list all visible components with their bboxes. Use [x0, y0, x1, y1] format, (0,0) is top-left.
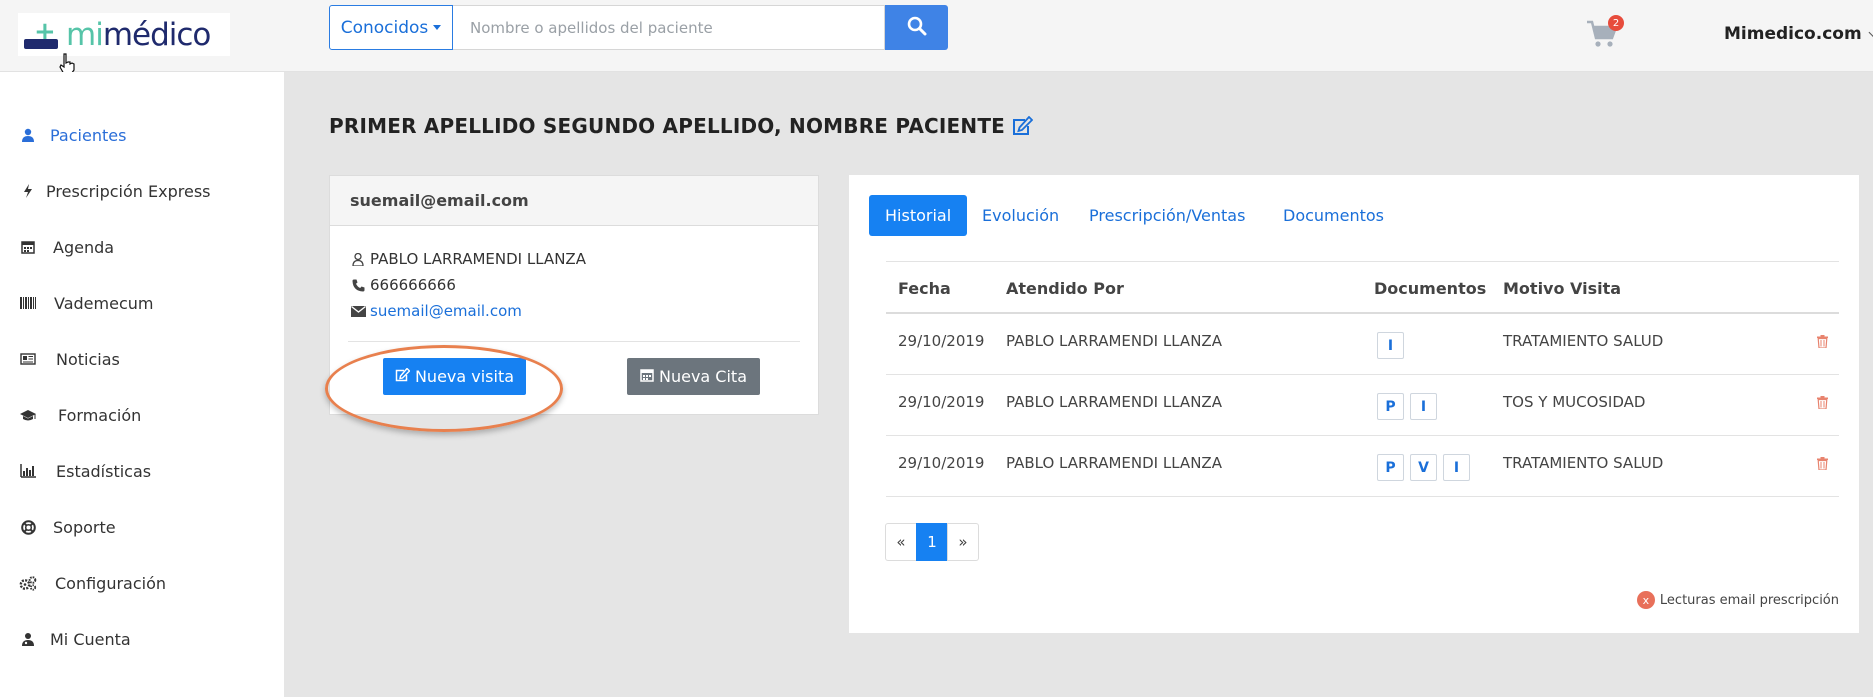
- document-badge[interactable]: I: [1377, 332, 1404, 359]
- top-bar: + mimédico Conocidos 2 Mimedico.com: [0, 0, 1873, 75]
- pagination-page-1[interactable]: 1: [916, 523, 948, 561]
- trash-icon[interactable]: [1817, 455, 1828, 474]
- sidebar-item-estadisticas[interactable]: Estadísticas: [0, 451, 284, 491]
- newspaper-icon: [18, 349, 38, 369]
- cell-atendido: PABLO LARRAMENDI LLANZA: [1006, 393, 1222, 411]
- sidebar-item-agenda[interactable]: Agenda: [0, 227, 284, 267]
- email-reading-legend: x Lecturas email prescripción: [1636, 591, 1839, 609]
- user-md-icon: [18, 629, 38, 649]
- patient-doctor: PABLO LARRAMENDI LLANZA: [350, 250, 586, 268]
- close-circle-icon: x: [1636, 591, 1655, 609]
- patient-card-header: suemail@email.com: [330, 176, 818, 226]
- pagination-prev[interactable]: «: [885, 523, 917, 561]
- sidebar-nav: Pacientes Prescripción Express Agenda Va…: [0, 72, 284, 697]
- calendar-icon: [640, 367, 654, 386]
- document-badges: I: [1377, 332, 1404, 359]
- document-badge[interactable]: P: [1377, 454, 1404, 481]
- sidebar-item-pacientes[interactable]: Pacientes: [0, 115, 284, 155]
- document-badge[interactable]: I: [1443, 454, 1470, 481]
- bar-chart-icon: [18, 461, 38, 481]
- tab-evolucion[interactable]: Evolución: [982, 195, 1059, 236]
- tab-documentos[interactable]: Documentos: [1283, 195, 1384, 236]
- graduation-cap-icon: [18, 405, 38, 425]
- table-row[interactable]: 29/10/2019 PABLO LARRAMENDI LLANZA P V I…: [886, 436, 1839, 497]
- patient-phone: 666666666: [350, 276, 456, 294]
- patient-email: suemail@email.com: [350, 302, 522, 320]
- cell-motivo: TRATAMIENTO SALUD: [1503, 332, 1664, 350]
- logo-text: mimédico: [66, 16, 211, 53]
- cell-atendido: PABLO LARRAMENDI LLANZA: [1006, 454, 1222, 472]
- envelope-icon: [350, 305, 366, 317]
- table-row[interactable]: 29/10/2019 PABLO LARRAMENDI LLANZA P I T…: [886, 375, 1839, 436]
- patient-email-link[interactable]: suemail@email.com: [370, 302, 522, 320]
- sidebar-item-formacion[interactable]: Formación: [0, 395, 284, 435]
- edit-icon: [395, 367, 411, 386]
- table-row[interactable]: 29/10/2019 PABLO LARRAMENDI LLANZA I TRA…: [886, 314, 1839, 375]
- user-icon: [18, 125, 38, 145]
- search-button[interactable]: [885, 5, 948, 50]
- patient-history-card: Historial Evolución Prescripción/Ventas …: [849, 175, 1859, 633]
- phone-icon: [350, 279, 366, 292]
- column-header-documentos: Documentos: [1374, 279, 1487, 298]
- barcode-icon: [18, 293, 38, 313]
- patient-info-card: suemail@email.com PABLO LARRAMENDI LLANZ…: [329, 175, 819, 415]
- app-logo[interactable]: + mimédico: [18, 13, 230, 75]
- tab-historial[interactable]: Historial: [869, 195, 968, 236]
- caret-down-icon: [433, 25, 442, 30]
- search-icon: [907, 16, 927, 40]
- new-visit-button[interactable]: Nueva visita: [383, 358, 526, 395]
- divider: [886, 261, 1839, 262]
- trash-icon[interactable]: [1817, 333, 1828, 352]
- user-md-icon: [350, 252, 366, 266]
- sidebar-item-prescripcion-express[interactable]: Prescripción Express: [0, 171, 284, 211]
- sidebar-item-soporte[interactable]: Soporte: [0, 507, 284, 547]
- sidebar-item-mi-cuenta[interactable]: Mi Cuenta: [0, 619, 284, 659]
- page-title: PRIMER APELLIDO SEGUNDO APELLIDO, NOMBRE…: [329, 114, 1034, 138]
- search-scope-dropdown[interactable]: Conocidos: [329, 5, 453, 50]
- document-badge[interactable]: I: [1410, 393, 1437, 420]
- tab-prescripcion-ventas[interactable]: Prescripción/Ventas: [1089, 195, 1245, 236]
- life-ring-icon: [18, 517, 38, 537]
- cell-atendido: PABLO LARRAMENDI LLANZA: [1006, 332, 1222, 350]
- patient-search-input[interactable]: [453, 5, 885, 50]
- user-account-menu[interactable]: Mimedico.com: [1724, 24, 1873, 44]
- cart-count-badge: 2: [1608, 15, 1624, 31]
- sidebar-item-vademecum[interactable]: Vademecum: [0, 283, 284, 323]
- document-badge[interactable]: V: [1410, 454, 1437, 481]
- document-badges: P I: [1377, 393, 1437, 420]
- calendar-icon: [18, 237, 38, 257]
- logo-mark-icon: +: [24, 17, 64, 53]
- pagination-next[interactable]: »: [947, 523, 979, 561]
- new-appointment-button[interactable]: Nueva Cita: [627, 358, 760, 395]
- cell-fecha: 29/10/2019: [898, 332, 985, 350]
- divider: [348, 341, 800, 342]
- sidebar-item-configuracion[interactable]: Configuración: [0, 563, 284, 603]
- sidebar-item-noticias[interactable]: Noticias: [0, 339, 284, 379]
- bolt-icon: [18, 181, 38, 201]
- document-badges: P V I: [1377, 454, 1470, 481]
- trash-icon[interactable]: [1817, 394, 1828, 413]
- cogs-icon: [18, 573, 38, 593]
- pagination: « 1 »: [885, 523, 979, 561]
- document-badge[interactable]: P: [1377, 393, 1404, 420]
- cell-motivo: TRATAMIENTO SALUD: [1503, 454, 1664, 472]
- chevron-down-icon: [1868, 27, 1873, 37]
- cell-motivo: TOS Y MUCOSIDAD: [1503, 393, 1646, 411]
- cell-fecha: 29/10/2019: [898, 393, 985, 411]
- edit-icon[interactable]: [1011, 116, 1034, 136]
- cell-fecha: 29/10/2019: [898, 454, 985, 472]
- column-header-motivo-visita: Motivo Visita: [1503, 279, 1622, 298]
- column-header-atendido-por: Atendido Por: [1006, 279, 1124, 298]
- column-header-fecha: Fecha: [898, 279, 951, 298]
